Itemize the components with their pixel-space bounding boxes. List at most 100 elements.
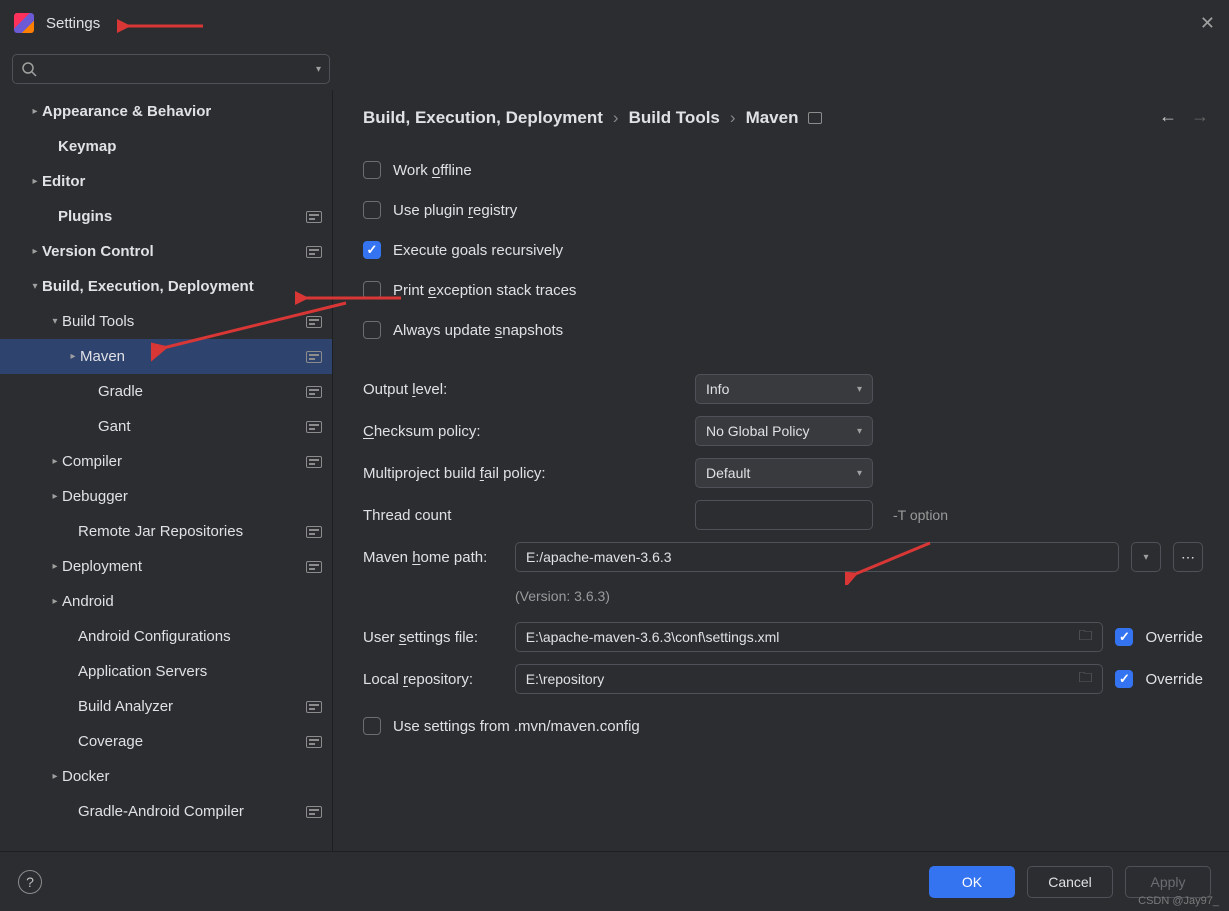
sidebar-item-gradle-android-compiler[interactable]: Gradle-Android Compiler [0, 794, 332, 829]
update-snapshots-checkbox[interactable]: Always update snapshots [363, 316, 1203, 344]
sidebar-item-build-execution-deployment[interactable]: ▾Build, Execution, Deployment [0, 269, 332, 304]
chevron-down-icon: ▾ [857, 426, 862, 437]
sidebar-item-build-analyzer[interactable]: Build Analyzer [0, 689, 332, 724]
maven-home-field[interactable] [526, 549, 1108, 565]
project-scope-icon [306, 526, 322, 538]
execute-goals-checkbox[interactable]: Execute goals recursively [363, 236, 1203, 264]
local-repository-row: Local repository: 🗀 Override [363, 664, 1203, 694]
sidebar-item-remote-jar-repositories[interactable]: Remote Jar Repositories [0, 514, 332, 549]
thread-count-field[interactable] [706, 507, 887, 523]
field-label: Maven home path: [363, 549, 503, 566]
settings-tree[interactable]: ▸Appearance & BehaviorKeymap▸EditorPlugi… [0, 90, 333, 890]
sidebar-item-label: Editor [42, 173, 85, 190]
sidebar-item-label: Docker [62, 768, 110, 785]
search-input[interactable]: ▾ [12, 54, 330, 84]
search-field[interactable] [43, 61, 310, 77]
sidebar-item-gant[interactable]: Gant [0, 409, 332, 444]
sidebar-item-docker[interactable]: ▸Docker [0, 759, 332, 794]
sidebar-item-coverage[interactable]: Coverage [0, 724, 332, 759]
back-icon[interactable]: ← [1159, 106, 1177, 127]
titlebar: Settings ✕ [0, 0, 1229, 46]
local-repository-field[interactable] [526, 671, 1071, 687]
sidebar-item-keymap[interactable]: Keymap [0, 129, 332, 164]
sidebar-item-label: Keymap [58, 138, 116, 155]
checkbox-label: Execute goals recursively [393, 242, 563, 259]
user-settings-row: User settings file: 🗀 Override [363, 622, 1203, 652]
output-level-select[interactable]: Info ▾ [695, 374, 873, 404]
sidebar-item-label: Gradle [98, 383, 143, 400]
sidebar-item-label: Appearance & Behavior [42, 103, 211, 120]
apply-button[interactable]: Apply [1125, 866, 1211, 898]
window-title: Settings [46, 15, 100, 32]
sidebar-item-label: Maven [80, 348, 125, 365]
chevron-right-icon: ▸ [28, 106, 42, 117]
sidebar-item-label: Coverage [78, 733, 143, 750]
breadcrumb-root[interactable]: Build, Execution, Deployment [363, 108, 603, 128]
maven-home-dropdown[interactable]: ▾ [1131, 542, 1161, 572]
project-scope-icon [306, 351, 322, 363]
use-mvn-config-checkbox[interactable]: Use settings from .mvn/maven.config [363, 712, 1203, 740]
chevron-down-icon: ▾ [857, 468, 862, 479]
user-settings-override-checkbox[interactable]: Override [1115, 628, 1203, 646]
sidebar-item-label: Android Configurations [78, 628, 231, 645]
project-scope-icon [306, 561, 322, 573]
thread-count-row: Thread count -T option [363, 500, 1203, 530]
plugin-registry-checkbox[interactable]: Use plugin registry [363, 196, 1203, 224]
sidebar-item-version-control[interactable]: ▸Version Control [0, 234, 332, 269]
settings-content: ← → Build, Execution, Deployment › Build… [333, 90, 1229, 890]
watermark: CSDN @Jay97_ [1138, 895, 1219, 907]
sidebar-item-deployment[interactable]: ▸Deployment [0, 549, 332, 584]
forward-icon[interactable]: → [1191, 106, 1209, 127]
sidebar-item-label: Android [62, 593, 114, 610]
help-icon[interactable]: ? [18, 870, 42, 894]
sidebar-item-compiler[interactable]: ▸Compiler [0, 444, 332, 479]
work-offline-checkbox[interactable]: Work offline [363, 156, 1203, 184]
maven-home-row: Maven home path: ▾ ⋯ [363, 542, 1203, 572]
sidebar-item-editor[interactable]: ▸Editor [0, 164, 332, 199]
sidebar-item-label: Build Tools [62, 313, 134, 330]
field-label: Local repository: [363, 671, 503, 688]
cancel-button[interactable]: Cancel [1027, 866, 1113, 898]
search-row: ▾ [0, 46, 1229, 90]
sidebar-item-application-servers[interactable]: Application Servers [0, 654, 332, 689]
dialog-button-bar: ? OK Cancel Apply [0, 851, 1229, 911]
thread-count-input[interactable] [695, 500, 873, 530]
select-value: Default [706, 465, 750, 481]
chevron-right-icon: › [730, 108, 736, 128]
project-scope-icon [306, 211, 322, 223]
print-exception-checkbox[interactable]: Print exception stack traces [363, 276, 1203, 304]
chevron-right-icon: ▸ [48, 491, 62, 502]
close-icon[interactable]: ✕ [1200, 13, 1215, 34]
checksum-policy-select[interactable]: No Global Policy ▾ [695, 416, 873, 446]
project-scope-icon [306, 316, 322, 328]
maven-home-input[interactable] [515, 542, 1119, 572]
sidebar-item-debugger[interactable]: ▸Debugger [0, 479, 332, 514]
local-repository-override-checkbox[interactable]: Override [1115, 670, 1203, 688]
sidebar-item-label: Remote Jar Repositories [78, 523, 243, 540]
chevron-down-icon[interactable]: ▾ [316, 64, 321, 75]
sidebar-item-build-tools[interactable]: ▾Build Tools [0, 304, 332, 339]
user-settings-input[interactable]: 🗀 [515, 622, 1104, 652]
chevron-right-icon: ▸ [28, 176, 42, 187]
user-settings-field[interactable] [526, 629, 1071, 645]
sidebar-item-android-configurations[interactable]: Android Configurations [0, 619, 332, 654]
checkbox-icon [1115, 628, 1133, 646]
ok-button[interactable]: OK [929, 866, 1015, 898]
maven-version-note: (Version: 3.6.3) [515, 588, 1203, 604]
sidebar-item-label: Build Analyzer [78, 698, 173, 715]
checkbox-label: Always update snapshots [393, 322, 563, 339]
maven-home-browse-button[interactable]: ⋯ [1173, 542, 1203, 572]
folder-icon[interactable]: 🗀 [1070, 625, 1092, 649]
breadcrumb-mid[interactable]: Build Tools [629, 108, 720, 128]
project-scope-icon [306, 736, 322, 748]
sidebar-item-appearance-behavior[interactable]: ▸Appearance & Behavior [0, 94, 332, 129]
multiproject-select[interactable]: Default ▾ [695, 458, 873, 488]
folder-icon[interactable]: 🗀 [1070, 667, 1092, 691]
local-repository-input[interactable]: 🗀 [515, 664, 1104, 694]
sidebar-item-label: Debugger [62, 488, 128, 505]
sidebar-item-maven[interactable]: ▸Maven [0, 339, 332, 374]
chevron-right-icon: ▸ [48, 771, 62, 782]
sidebar-item-gradle[interactable]: Gradle [0, 374, 332, 409]
sidebar-item-plugins[interactable]: Plugins [0, 199, 332, 234]
sidebar-item-android[interactable]: ▸Android [0, 584, 332, 619]
